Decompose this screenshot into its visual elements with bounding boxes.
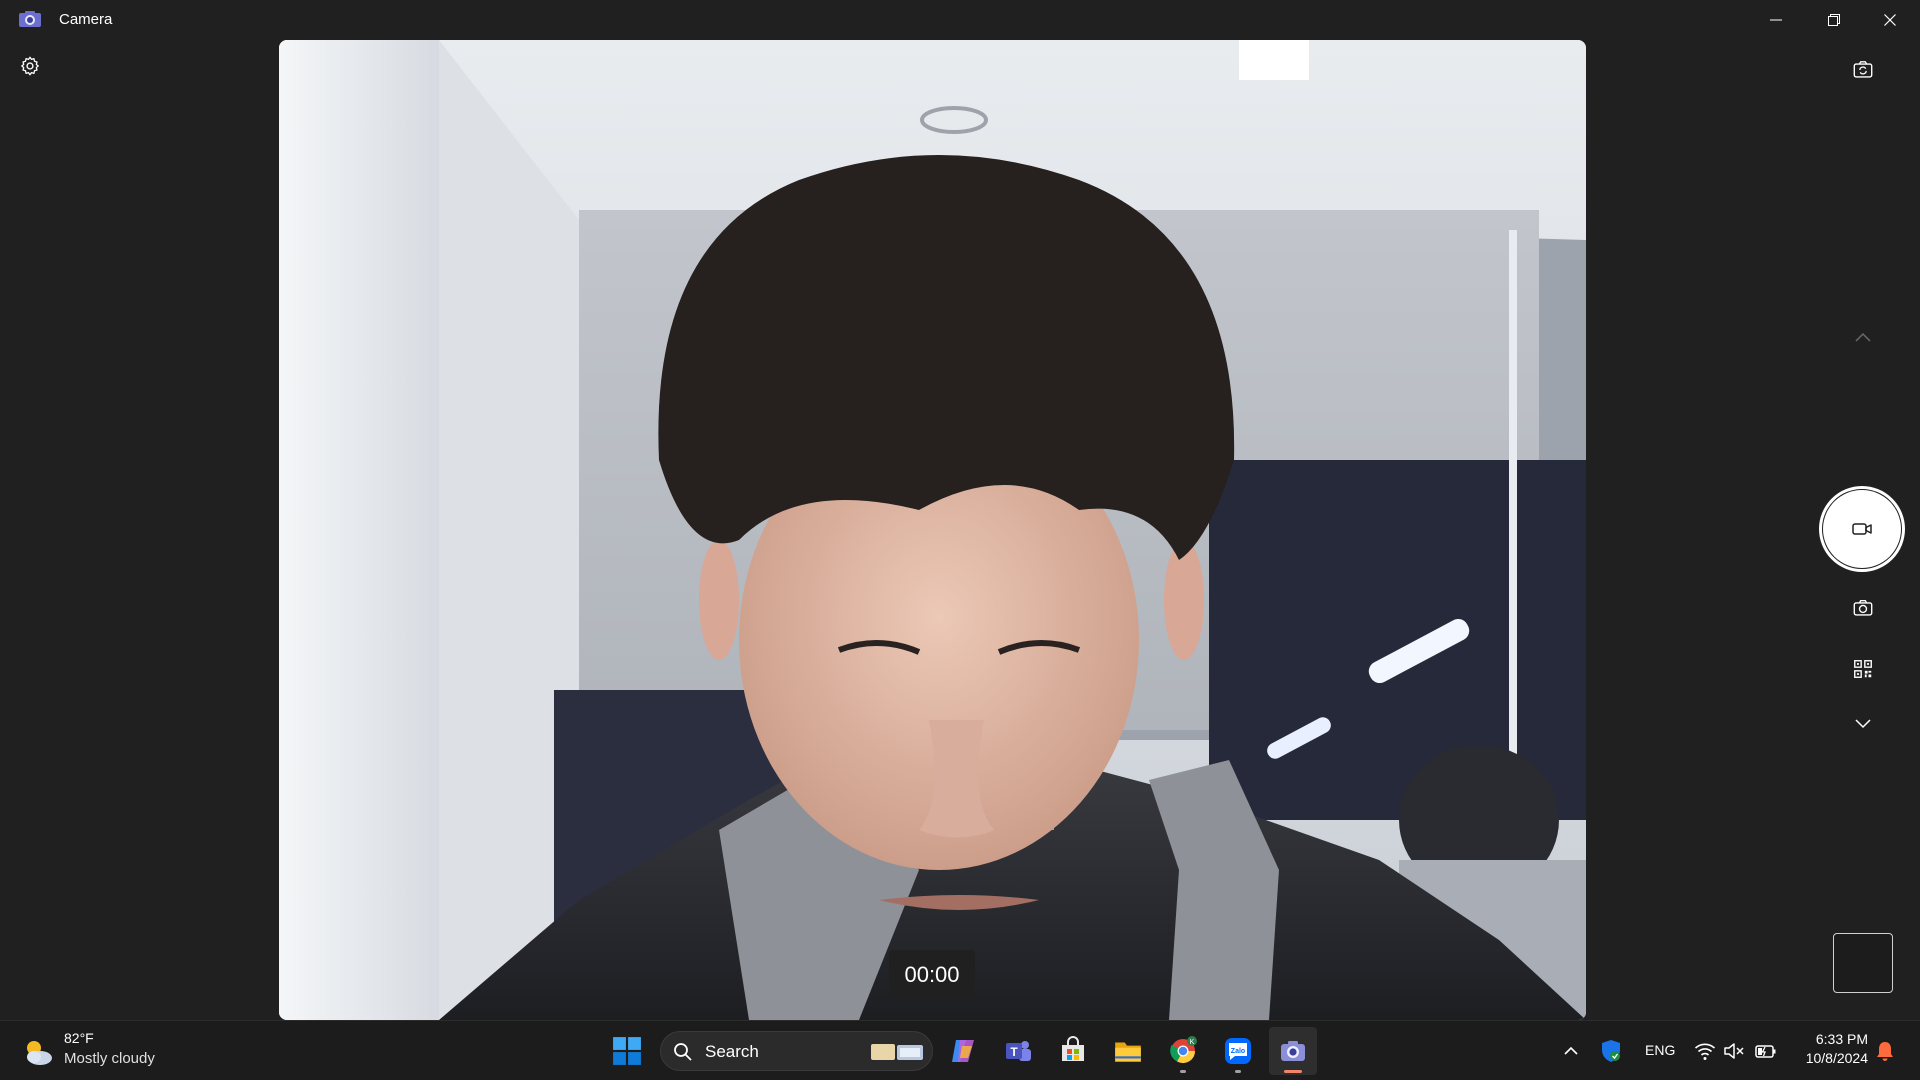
taskbar-file-explorer[interactable] bbox=[1104, 1027, 1152, 1075]
weather-temperature: 82°F bbox=[64, 1030, 94, 1046]
chevron-up-icon bbox=[1855, 332, 1871, 342]
taskbar-zalo[interactable]: Zalo bbox=[1214, 1027, 1262, 1075]
qr-code-icon bbox=[1854, 660, 1872, 678]
running-indicator bbox=[1235, 1070, 1241, 1073]
chevron-down-icon bbox=[1855, 719, 1871, 729]
scroll-down-button[interactable] bbox=[1843, 703, 1883, 743]
svg-text:Zalo: Zalo bbox=[1231, 1048, 1245, 1055]
taskbar-search[interactable]: Search bbox=[660, 1031, 933, 1071]
search-highlight-icon bbox=[871, 1044, 923, 1060]
start-button[interactable] bbox=[603, 1027, 651, 1075]
svg-text:T: T bbox=[1010, 1045, 1018, 1059]
camera-preview[interactable] bbox=[279, 40, 1586, 1020]
window-title: Camera bbox=[59, 11, 113, 28]
minimize-button[interactable] bbox=[1748, 0, 1804, 40]
active-indicator bbox=[1284, 1070, 1302, 1073]
taskbar-copilot[interactable] bbox=[939, 1027, 987, 1075]
shutter-inner bbox=[1823, 490, 1901, 568]
taskbar: 82°F Mostly cloudy Search T K Zalo ENG 6… bbox=[0, 1020, 1920, 1080]
store-icon bbox=[1062, 1036, 1084, 1061]
show-hidden-icons-icon[interactable] bbox=[1561, 1041, 1581, 1061]
weather-description: Mostly cloudy bbox=[64, 1050, 155, 1067]
taskbar-microsoft-store[interactable] bbox=[1049, 1027, 1097, 1075]
title-bar: Camera bbox=[0, 0, 1920, 40]
battery-charging-icon[interactable] bbox=[1754, 1041, 1778, 1061]
scroll-up-button[interactable] bbox=[1843, 318, 1883, 358]
partly-cloudy-icon bbox=[20, 1034, 56, 1070]
input-language[interactable]: ENG bbox=[1645, 1042, 1675, 1058]
volume-muted-icon[interactable] bbox=[1723, 1041, 1745, 1061]
clock-time: 6:33 PM bbox=[1815, 1031, 1868, 1047]
security-shield-icon[interactable] bbox=[1600, 1039, 1622, 1063]
weather-widget[interactable]: 82°F Mostly cloudy bbox=[20, 1030, 220, 1074]
folder-icon bbox=[1115, 1042, 1141, 1062]
last-capture-thumbnail[interactable] bbox=[1833, 933, 1893, 993]
qr-code-mode-button[interactable] bbox=[1843, 649, 1883, 689]
settings-button[interactable] bbox=[14, 50, 46, 82]
running-indicator bbox=[1180, 1070, 1186, 1073]
taskbar-camera[interactable] bbox=[1269, 1027, 1317, 1075]
notification-bell-icon[interactable] bbox=[1874, 1040, 1896, 1062]
recording-timer: 00:00 bbox=[889, 950, 975, 999]
switch-camera-icon bbox=[1853, 61, 1873, 78]
switch-camera-button[interactable] bbox=[1843, 50, 1883, 90]
restore-icon bbox=[1828, 14, 1840, 26]
record-video-button[interactable] bbox=[1819, 486, 1905, 572]
search-icon bbox=[674, 1043, 692, 1061]
taskbar-teams[interactable]: T bbox=[994, 1027, 1042, 1075]
zalo-icon: Zalo bbox=[1225, 1038, 1251, 1064]
camera-app-icon bbox=[1281, 1041, 1305, 1061]
close-icon bbox=[1884, 14, 1896, 26]
gear-icon bbox=[21, 56, 39, 76]
camera-icon bbox=[1853, 599, 1873, 616]
windows-logo-icon bbox=[613, 1037, 641, 1065]
camera-feed-image bbox=[279, 40, 1586, 1020]
minimize-icon bbox=[1770, 19, 1782, 21]
video-camera-icon bbox=[1852, 523, 1872, 535]
svg-text:K: K bbox=[1190, 1039, 1195, 1046]
taskbar-chrome[interactable]: K bbox=[1159, 1027, 1207, 1075]
wifi-icon[interactable] bbox=[1694, 1041, 1716, 1061]
restore-button[interactable] bbox=[1806, 0, 1862, 40]
camera-app-window: Camera 00:00 bbox=[0, 0, 1920, 1020]
search-label: Search bbox=[705, 1042, 759, 1061]
copilot-icon bbox=[952, 1040, 974, 1062]
taskbar-clock[interactable]: 6:33 PM 10/8/2024 bbox=[1788, 1031, 1868, 1066]
close-button[interactable] bbox=[1862, 0, 1918, 40]
teams-icon: T bbox=[1006, 1041, 1031, 1061]
photo-mode-button[interactable] bbox=[1843, 588, 1883, 628]
clock-date: 10/8/2024 bbox=[1805, 1050, 1868, 1066]
camera-app-icon bbox=[18, 10, 42, 28]
chrome-icon: K bbox=[1170, 1036, 1197, 1064]
